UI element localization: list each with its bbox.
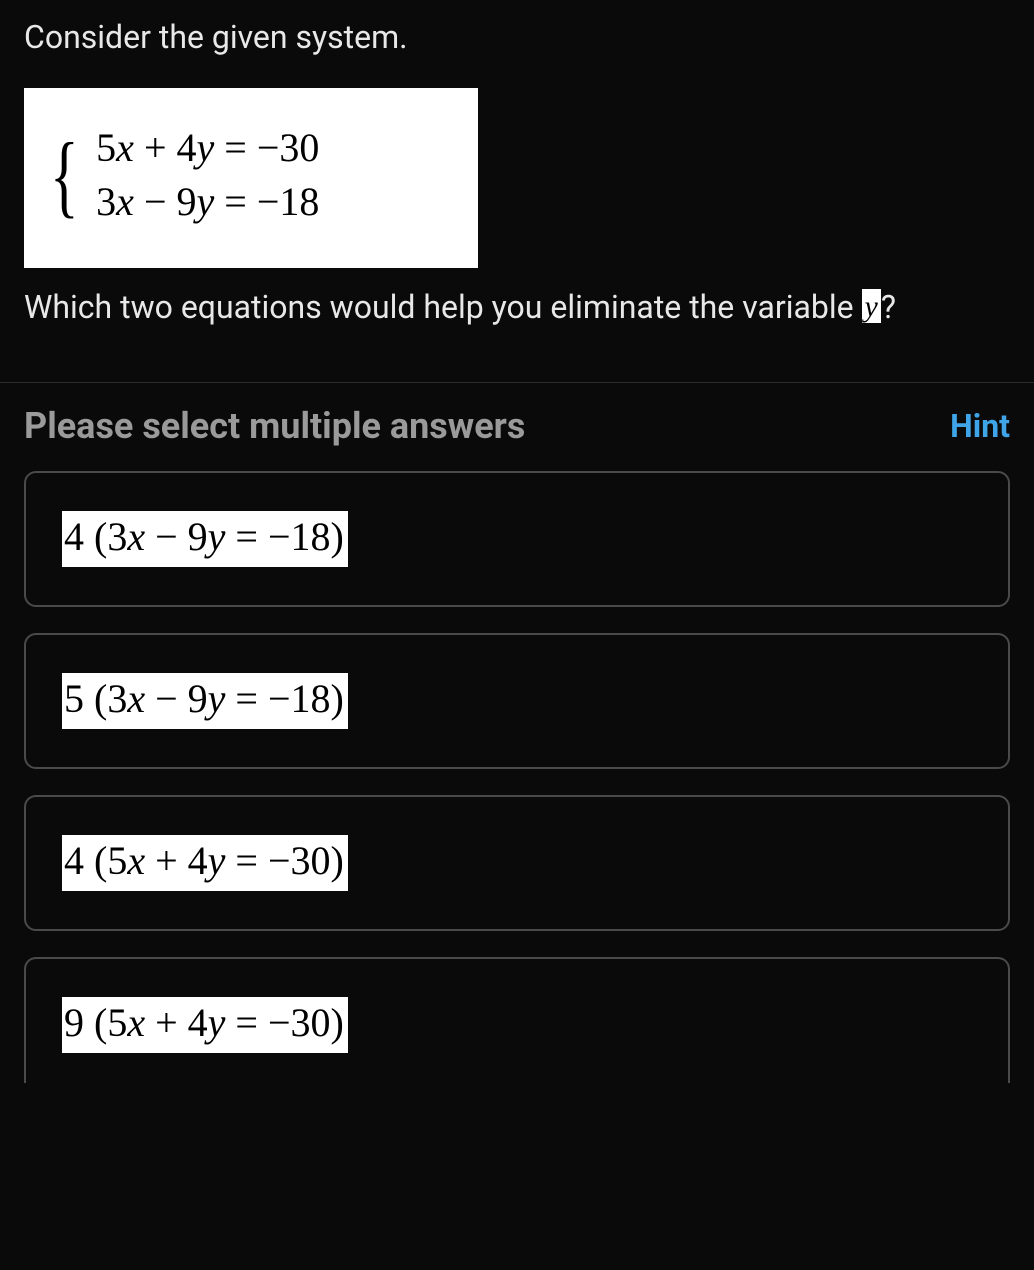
- answer-option-2-math: 5 (3x − 9y = −18): [62, 673, 348, 729]
- prompt-suffix: ?: [881, 288, 896, 326]
- answer-option-3-math: 4 (5x + 4y = −30): [62, 835, 348, 891]
- equation-2: 3x − 9y = −18: [96, 178, 319, 226]
- prompt-question: Which two equations would help you elimi…: [24, 280, 1010, 334]
- hint-link[interactable]: Hint: [950, 407, 1010, 445]
- answer-option-1-math: 4 (3x − 9y = −18): [62, 511, 348, 567]
- answer-section: Please select multiple answers Hint 4 (3…: [0, 383, 1034, 1083]
- curly-brace-icon: {: [50, 143, 79, 207]
- answer-option-4-math: 9 (5x + 4y = −30): [62, 997, 348, 1053]
- prompt-intro: Consider the given system.: [24, 18, 1010, 56]
- answer-option-1[interactable]: 4 (3x − 9y = −18): [24, 471, 1010, 607]
- system-of-equations-image: { 5x + 4y = −30 3x − 9y = −18: [24, 88, 478, 268]
- equation-1: 5x + 4y = −30: [96, 124, 319, 172]
- answer-option-2[interactable]: 5 (3x − 9y = −18): [24, 633, 1010, 769]
- question-section: Consider the given system. { 5x + 4y = −…: [0, 0, 1034, 382]
- prompt-prefix: Which two equations would help you elimi…: [24, 288, 862, 326]
- variable-y-badge: y: [862, 289, 881, 323]
- instruction-text: Please select multiple answers: [24, 405, 525, 447]
- instruction-row: Please select multiple answers Hint: [24, 405, 1010, 447]
- answer-option-3[interactable]: 4 (5x + 4y = −30): [24, 795, 1010, 931]
- answer-option-4[interactable]: 9 (5x + 4y = −30): [24, 957, 1010, 1083]
